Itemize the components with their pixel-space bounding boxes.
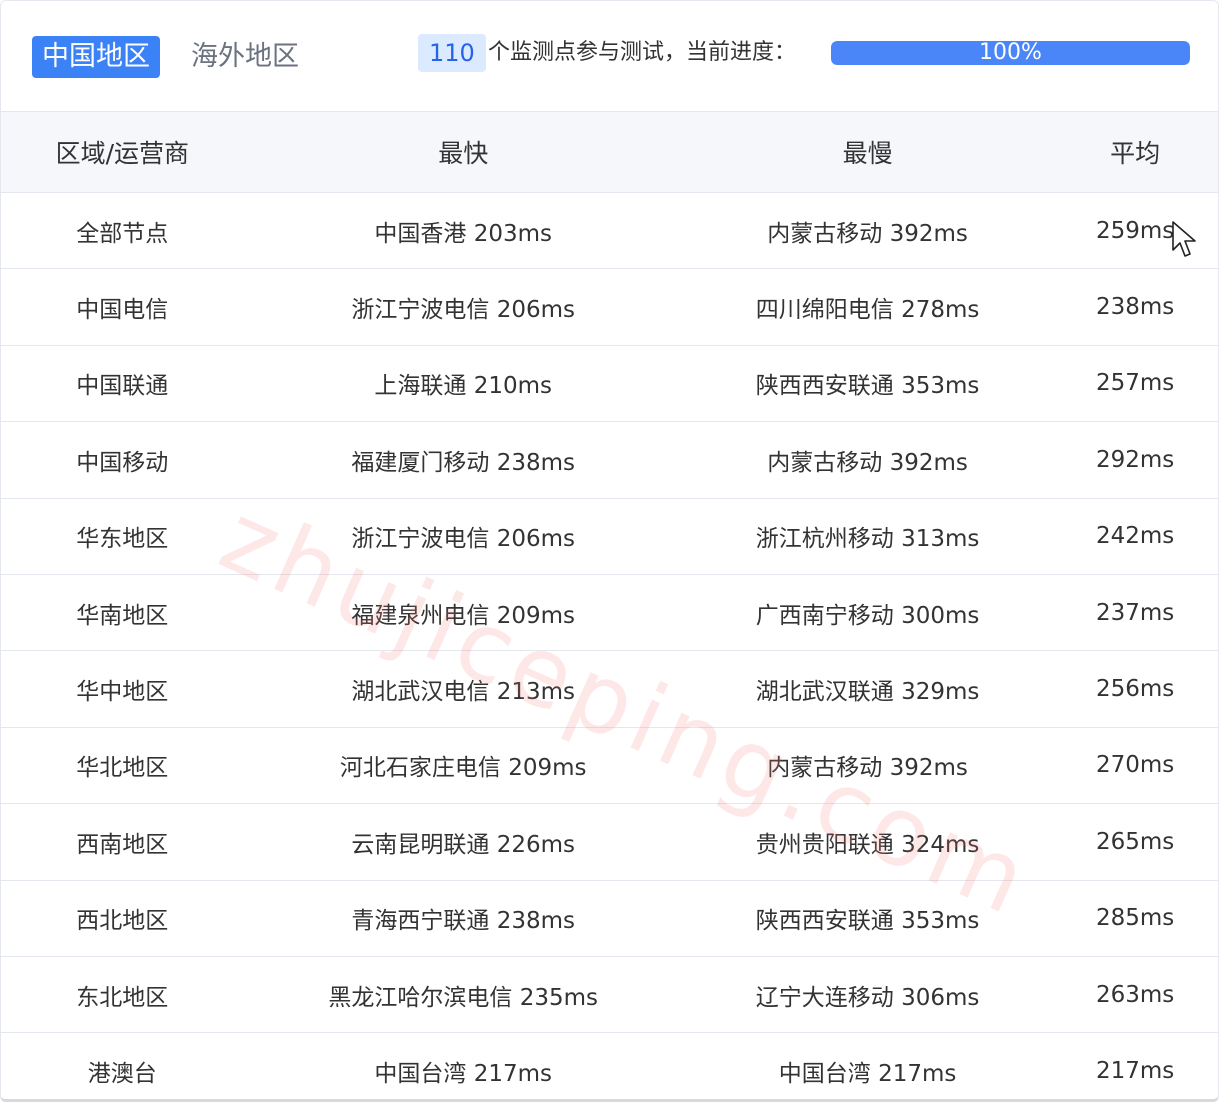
row-region: 东北地区 xyxy=(76,984,169,1011)
row-fastest: 福建泉州电信 209ms xyxy=(351,602,576,629)
row-fastest: 湖北武汉电信 213ms xyxy=(351,679,576,706)
progress-label: 个监测点参与测试，当前进度： xyxy=(488,40,797,65)
row-fastest: 浙江宁波电信 206ms xyxy=(351,297,576,324)
row-region: 港澳台 xyxy=(87,1061,157,1088)
row-slowest: 内蒙古移动 392ms xyxy=(767,755,968,782)
row-region: 华中地区 xyxy=(76,679,169,706)
progress-bar-fill: 100% xyxy=(831,41,1190,65)
row-average: 257ms xyxy=(1095,370,1175,397)
row-slowest: 内蒙古移动 392ms xyxy=(767,449,968,476)
row-slowest: 内蒙古移动 392ms xyxy=(767,220,968,247)
row-slowest: 湖北武汉联通 329ms xyxy=(755,679,980,706)
row-fastest: 福建厦门移动 238ms xyxy=(351,449,576,476)
row-average: 237ms xyxy=(1095,599,1175,626)
row-slowest: 广西南宁移动 300ms xyxy=(755,602,980,629)
row-average: 217ms xyxy=(1095,1058,1175,1085)
results-table: 区域/运营商 最快 最慢 平均 全部节点 中国香港 203ms 内蒙古移动 392m… xyxy=(1,112,1218,1099)
row-region: 华东地区 xyxy=(76,526,169,553)
tab-china[interactable]: 中国地区 xyxy=(32,36,160,78)
node-count-badge: 110 xyxy=(418,34,486,72)
row-fastest: 中国香港 203ms xyxy=(374,220,553,247)
row-region: 西南地区 xyxy=(76,831,169,858)
table-row: 东北地区 黑龙江哈尔滨电信 235ms 辽宁大连移动 306ms 263ms xyxy=(1,957,1218,1034)
row-average: 285ms xyxy=(1095,905,1175,932)
table-row: 华中地区 湖北武汉电信 213ms 湖北武汉联通 329ms 256ms xyxy=(1,651,1218,728)
row-average: 292ms xyxy=(1095,446,1175,473)
row-average: 263ms xyxy=(1095,981,1175,1008)
row-average: 259ms xyxy=(1095,217,1175,244)
row-fastest: 青海西宁联通 238ms xyxy=(351,908,576,935)
toolbar: 中国地区 海外地区 110 个监测点参与测试，当前进度： 100% xyxy=(1,1,1218,112)
row-average: 238ms xyxy=(1095,294,1175,321)
header-fastest: 最快 xyxy=(438,139,489,168)
header-average: 平均 xyxy=(1110,139,1161,168)
row-average: 265ms xyxy=(1095,828,1175,855)
row-fastest: 云南昆明联通 226ms xyxy=(351,831,576,858)
row-fastest: 中国台湾 217ms xyxy=(374,1061,553,1088)
row-slowest: 浙江杭州移动 313ms xyxy=(755,526,980,553)
header-region: 区域/运营商 xyxy=(55,139,190,168)
speed-test-panel: 中国地区 海外地区 110 个监测点参与测试，当前进度： 100% 区域/运营商… xyxy=(0,0,1219,1102)
row-average: 270ms xyxy=(1095,752,1175,779)
row-fastest: 浙江宁波电信 206ms xyxy=(351,526,576,553)
table-row: 中国电信 浙江宁波电信 206ms 四川绵阳电信 278ms 238ms xyxy=(1,269,1218,346)
row-fastest: 黑龙江哈尔滨电信 235ms xyxy=(328,984,599,1011)
row-slowest: 辽宁大连移动 306ms xyxy=(755,984,980,1011)
row-region: 中国电信 xyxy=(76,297,169,324)
table-row: 中国移动 福建厦门移动 238ms 内蒙古移动 392ms 292ms xyxy=(1,422,1218,499)
table-row: 港澳台 中国台湾 217ms 中国台湾 217ms 217ms xyxy=(1,1033,1218,1099)
table-row: 西南地区 云南昆明联通 226ms 贵州贵阳联通 324ms 265ms xyxy=(1,804,1218,881)
row-region: 华北地区 xyxy=(76,755,169,782)
row-slowest: 中国台湾 217ms xyxy=(778,1061,957,1088)
table-body: 全部节点 中国香港 203ms 内蒙古移动 392ms 259ms 中国电信 浙江宁波电信… xyxy=(1,193,1218,1099)
row-average: 256ms xyxy=(1095,676,1175,703)
table-row: 西北地区 青海西宁联通 238ms 陕西西安联通 353ms 285ms xyxy=(1,881,1218,957)
table-row: 华东地区 浙江宁波电信 206ms 浙江杭州移动 313ms 242ms xyxy=(1,499,1218,575)
table-header: 区域/运营商 最快 最慢 平均 xyxy=(1,112,1218,193)
row-average: 242ms xyxy=(1095,523,1175,550)
row-region: 中国移动 xyxy=(76,449,169,476)
header-slowest: 最慢 xyxy=(842,139,893,168)
row-slowest: 贵州贵阳联通 324ms xyxy=(755,831,980,858)
table-row: 华南地区 福建泉州电信 209ms 广西南宁移动 300ms 237ms xyxy=(1,575,1218,652)
table-row: 全部节点 中国香港 203ms 内蒙古移动 392ms 259ms xyxy=(1,193,1218,270)
table-row: 中国联通 上海联通 210ms 陕西西安联通 353ms 257ms xyxy=(1,346,1218,423)
row-fastest: 上海联通 210ms xyxy=(374,373,553,400)
row-slowest: 陕西西安联通 353ms xyxy=(755,373,980,400)
row-region: 华南地区 xyxy=(76,602,169,629)
row-slowest: 四川绵阳电信 278ms xyxy=(755,297,980,324)
table-row: 华北地区 河北石家庄电信 209ms 内蒙古移动 392ms 270ms xyxy=(1,728,1218,805)
progress-bar: 100% xyxy=(831,41,1190,65)
tab-overseas[interactable]: 海外地区 xyxy=(181,36,309,78)
row-fastest: 河北石家庄电信 209ms xyxy=(339,755,587,782)
row-region: 中国联通 xyxy=(76,373,169,400)
row-slowest: 陕西西安联通 353ms xyxy=(755,908,980,935)
row-region: 西北地区 xyxy=(76,908,169,935)
row-region: 全部节点 xyxy=(76,220,169,247)
